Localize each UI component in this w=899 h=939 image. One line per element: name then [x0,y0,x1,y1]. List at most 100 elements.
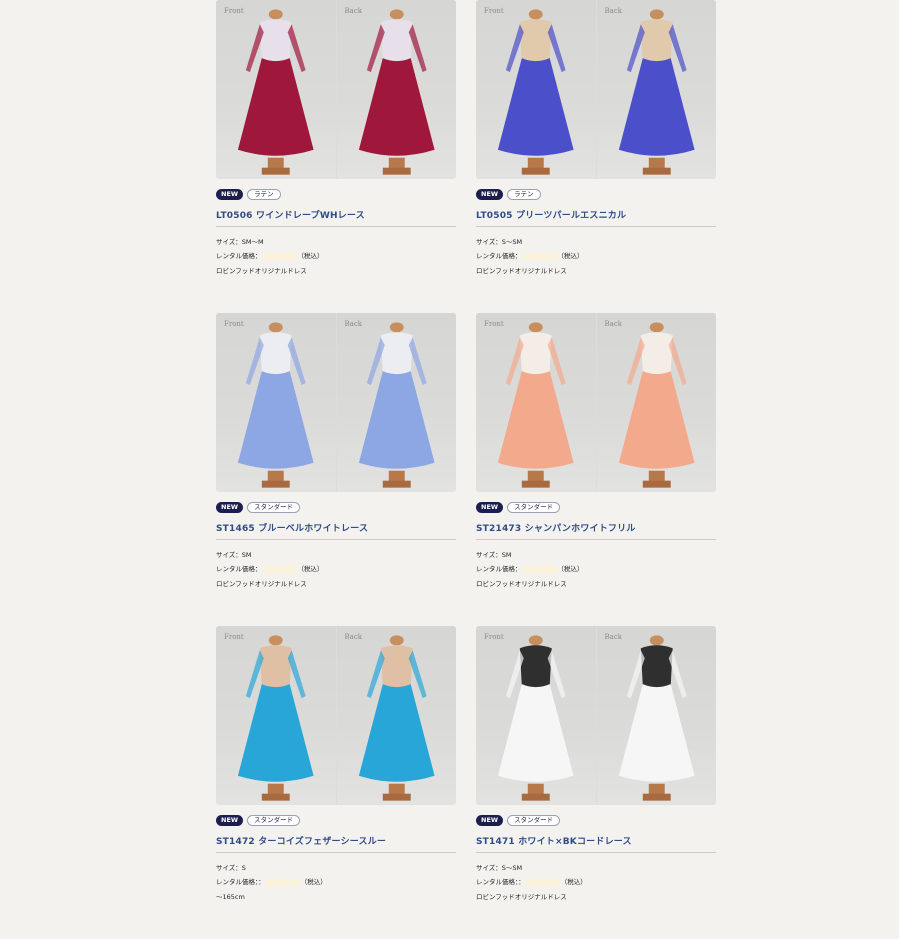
product-card[interactable]: Front Back NEW ラテン LT0505 プリーツパールエスニカル サイ… [476,0,716,313]
product-card[interactable]: Front Back NEW スタンダード ST1471 ホワイト×BKコードレー… [476,626,716,939]
size-text: サイズ：S〜SM [476,238,523,246]
dress-back-illustration [618,635,695,801]
dress-skirt [497,371,574,469]
product-card[interactable]: Front Back NEW スタンダード ST1472 ターコイズフェザーシース… [216,626,456,939]
divider [216,539,456,540]
price-value [525,878,560,886]
front-photo: Front [216,626,336,805]
mannequin-neck [649,9,664,20]
new-badge: NEW [476,815,504,826]
stand-foot [382,480,411,488]
back-photo: Back [596,626,716,805]
dress-skirt [618,684,695,782]
mannequin-neck [268,322,283,333]
dress-skirt [237,684,314,782]
category-badge[interactable]: スタンダード [507,502,561,513]
stand-foot [261,167,290,175]
category-badge[interactable]: スタンダード [247,815,301,826]
front-photo: Front [476,313,596,492]
product-photo[interactable]: Front Back [476,313,716,492]
price-value [262,565,297,573]
mannequin-neck [389,635,404,646]
dress-front-illustration [497,635,574,801]
dress-skirt [358,684,435,782]
dress-skirt [358,371,435,469]
category-badge[interactable]: ラテン [507,189,541,200]
dress-skirt [237,371,314,469]
category-badge[interactable]: スタンダード [247,502,301,513]
product-photo[interactable]: Front Back [216,626,456,805]
brand-text: ロビンフッドオリジナルドレス [476,580,567,588]
stand-foot [521,167,550,175]
price-label: レンタル価格： [476,252,522,260]
dress-back-illustration [358,322,435,488]
mannequin-neck [389,322,404,333]
dress-bodice [640,19,673,64]
dress-front-illustration [497,322,574,488]
dress-skirt [497,58,574,156]
mannequin-neck [528,322,543,333]
divider [476,539,716,540]
product-title[interactable]: ST1471 ホワイト×BKコードレース [476,834,716,847]
dress-bodice [259,645,292,690]
dress-front-illustration [237,9,314,175]
new-badge: NEW [216,502,244,513]
new-badge: NEW [476,189,504,200]
product-photo[interactable]: Front Back [216,313,456,492]
size-text: サイズ：SM [476,551,512,559]
price-tax: （税込） [557,565,584,573]
product-photo[interactable]: Front Back [216,0,456,179]
product-title[interactable]: ST1465 ブルーベルホワイトレース [216,521,456,534]
new-badge: NEW [216,189,244,200]
dress-back-illustration [618,322,695,488]
price-row: レンタル価格： （税込） [216,563,324,573]
dress-front-illustration [237,635,314,801]
dress-bodice [259,332,292,377]
product-card[interactable]: Front Back NEW スタンダード ST1465 ブルーベルホワイトレース… [216,313,456,626]
new-badge: NEW [216,815,244,826]
product-title[interactable]: ST1472 ターコイズフェザーシースルー [216,834,456,847]
dress-bodice [380,645,413,690]
stand-foot [642,167,671,175]
dress-bodice [380,19,413,64]
dress-bodice [519,332,552,377]
divider [216,226,456,227]
dress-bodice [519,645,552,690]
mannequin-neck [528,9,543,20]
price-label: レンタル価格： [476,565,522,573]
stand-foot [261,480,290,488]
product-title[interactable]: LT0506 ワインドレープWHレース [216,208,456,221]
front-photo: Front [476,626,596,805]
price-label: レンタル価格： [216,565,262,573]
price-tax: （税込） [560,878,587,886]
category-badge[interactable]: スタンダード [507,815,561,826]
dress-bodice [259,19,292,64]
product-title[interactable]: ST21473 シャンパンホワイトフリル [476,521,716,534]
dress-front-illustration [497,9,574,175]
product-card[interactable]: Front Back NEW スタンダード ST21473 シャンパンホワイトフリ… [476,313,716,626]
category-badge[interactable]: ラテン [247,189,281,200]
product-photo[interactable]: Front Back [476,0,716,179]
dress-skirt [497,684,574,782]
stand-foot [642,480,671,488]
stand-foot [382,793,411,801]
price-row: レンタル価格： （税込） [216,250,324,260]
price-tax: （税込） [300,878,327,886]
product-photo[interactable]: Front Back [476,626,716,805]
price-row: レンタル価格： （税込） [476,250,584,260]
size-text: サイズ：SM [216,551,252,559]
brand-text: ロビンフッドオリジナルドレス [476,267,567,275]
price-value [262,252,297,260]
price-row: レンタル価格：： （税込） [476,876,587,886]
product-card[interactable]: Front Back NEW ラテン LT0506 ワインドレープWHレース サイ… [216,0,456,313]
dress-bodice [640,332,673,377]
product-title[interactable]: LT0505 プリーツパールエスニカル [476,208,716,221]
dress-skirt [618,371,695,469]
stand-foot [261,793,290,801]
back-photo: Back [336,626,456,805]
mannequin-neck [649,635,664,646]
dress-skirt [618,58,695,156]
size-text: サイズ：S [216,864,246,872]
front-photo: Front [216,0,336,179]
mannequin-neck [268,9,283,20]
